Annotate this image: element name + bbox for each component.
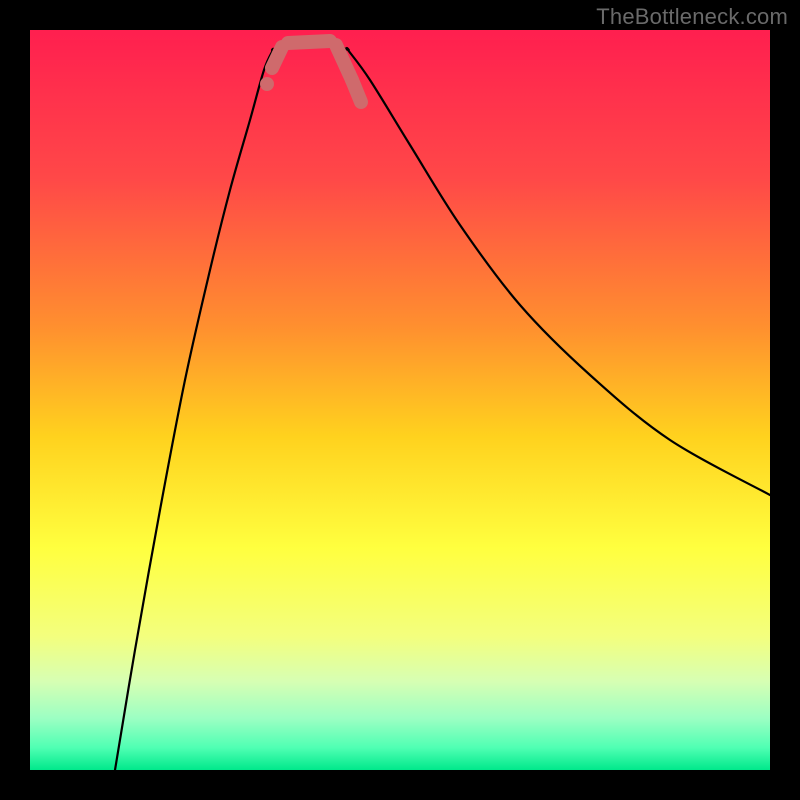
plot-frame <box>30 30 770 770</box>
watermark-text: TheBottleneck.com <box>596 4 788 30</box>
bottleneck-curve <box>30 30 770 770</box>
